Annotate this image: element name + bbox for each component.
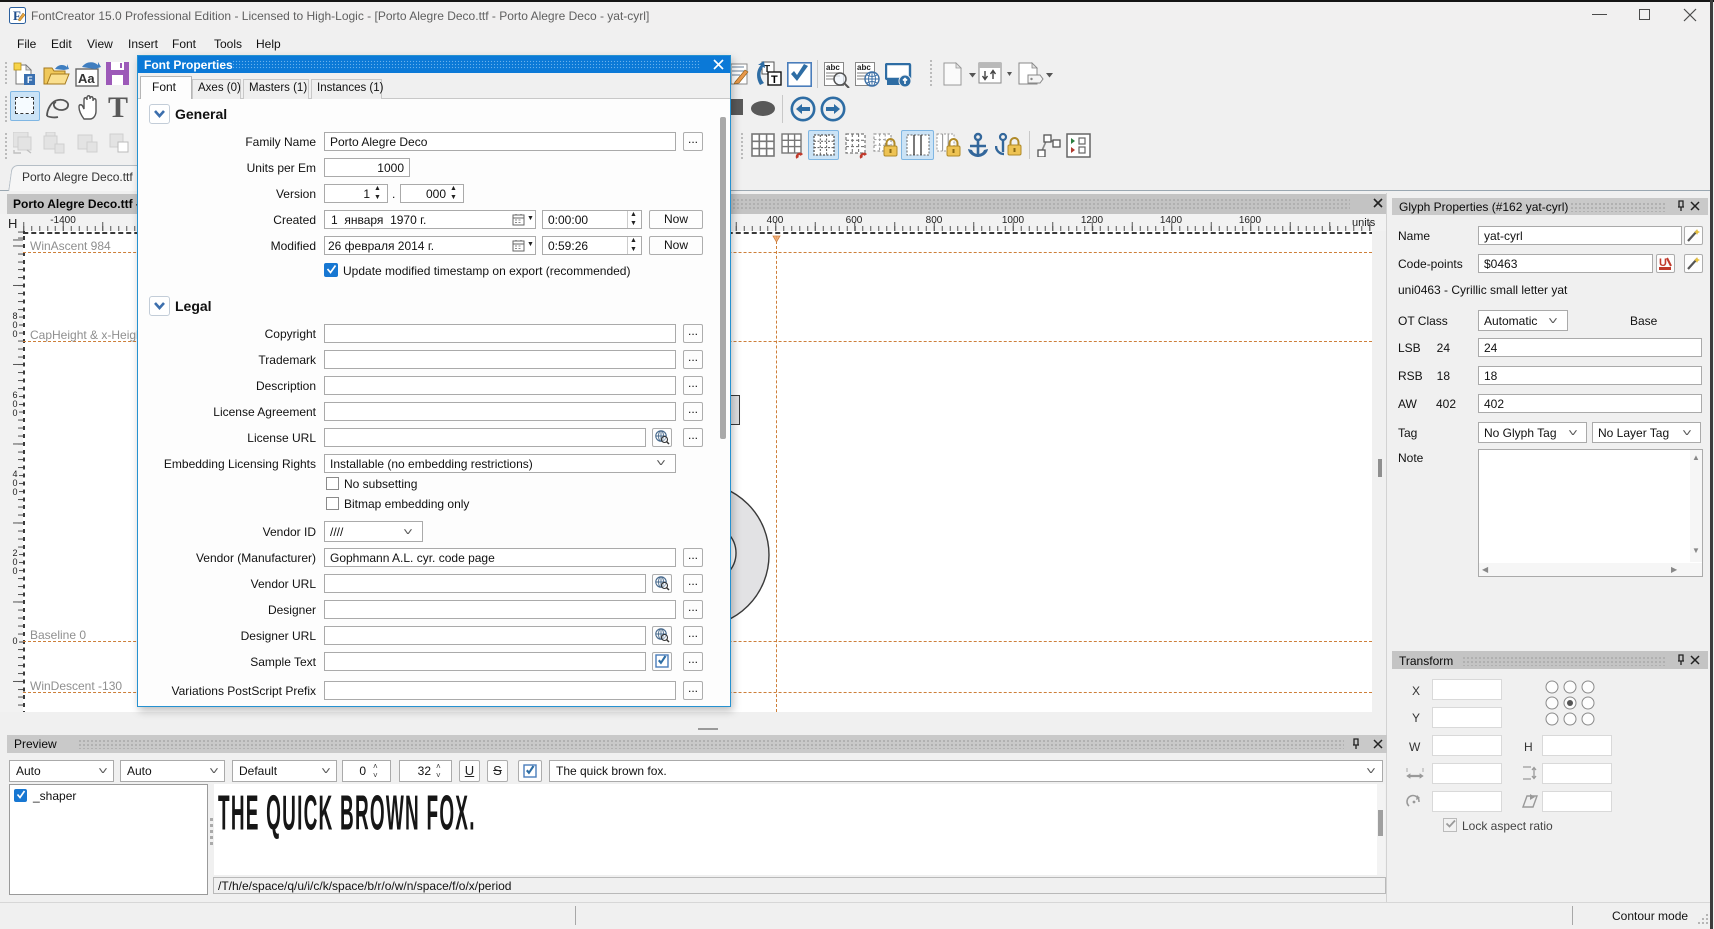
- svg-text:Aa: Aa: [78, 71, 95, 86]
- svg-text:F: F: [27, 75, 33, 85]
- svg-text:T: T: [771, 74, 778, 86]
- svg-text:abc: abc: [826, 63, 840, 72]
- svg-text:abc: abc: [857, 63, 871, 72]
